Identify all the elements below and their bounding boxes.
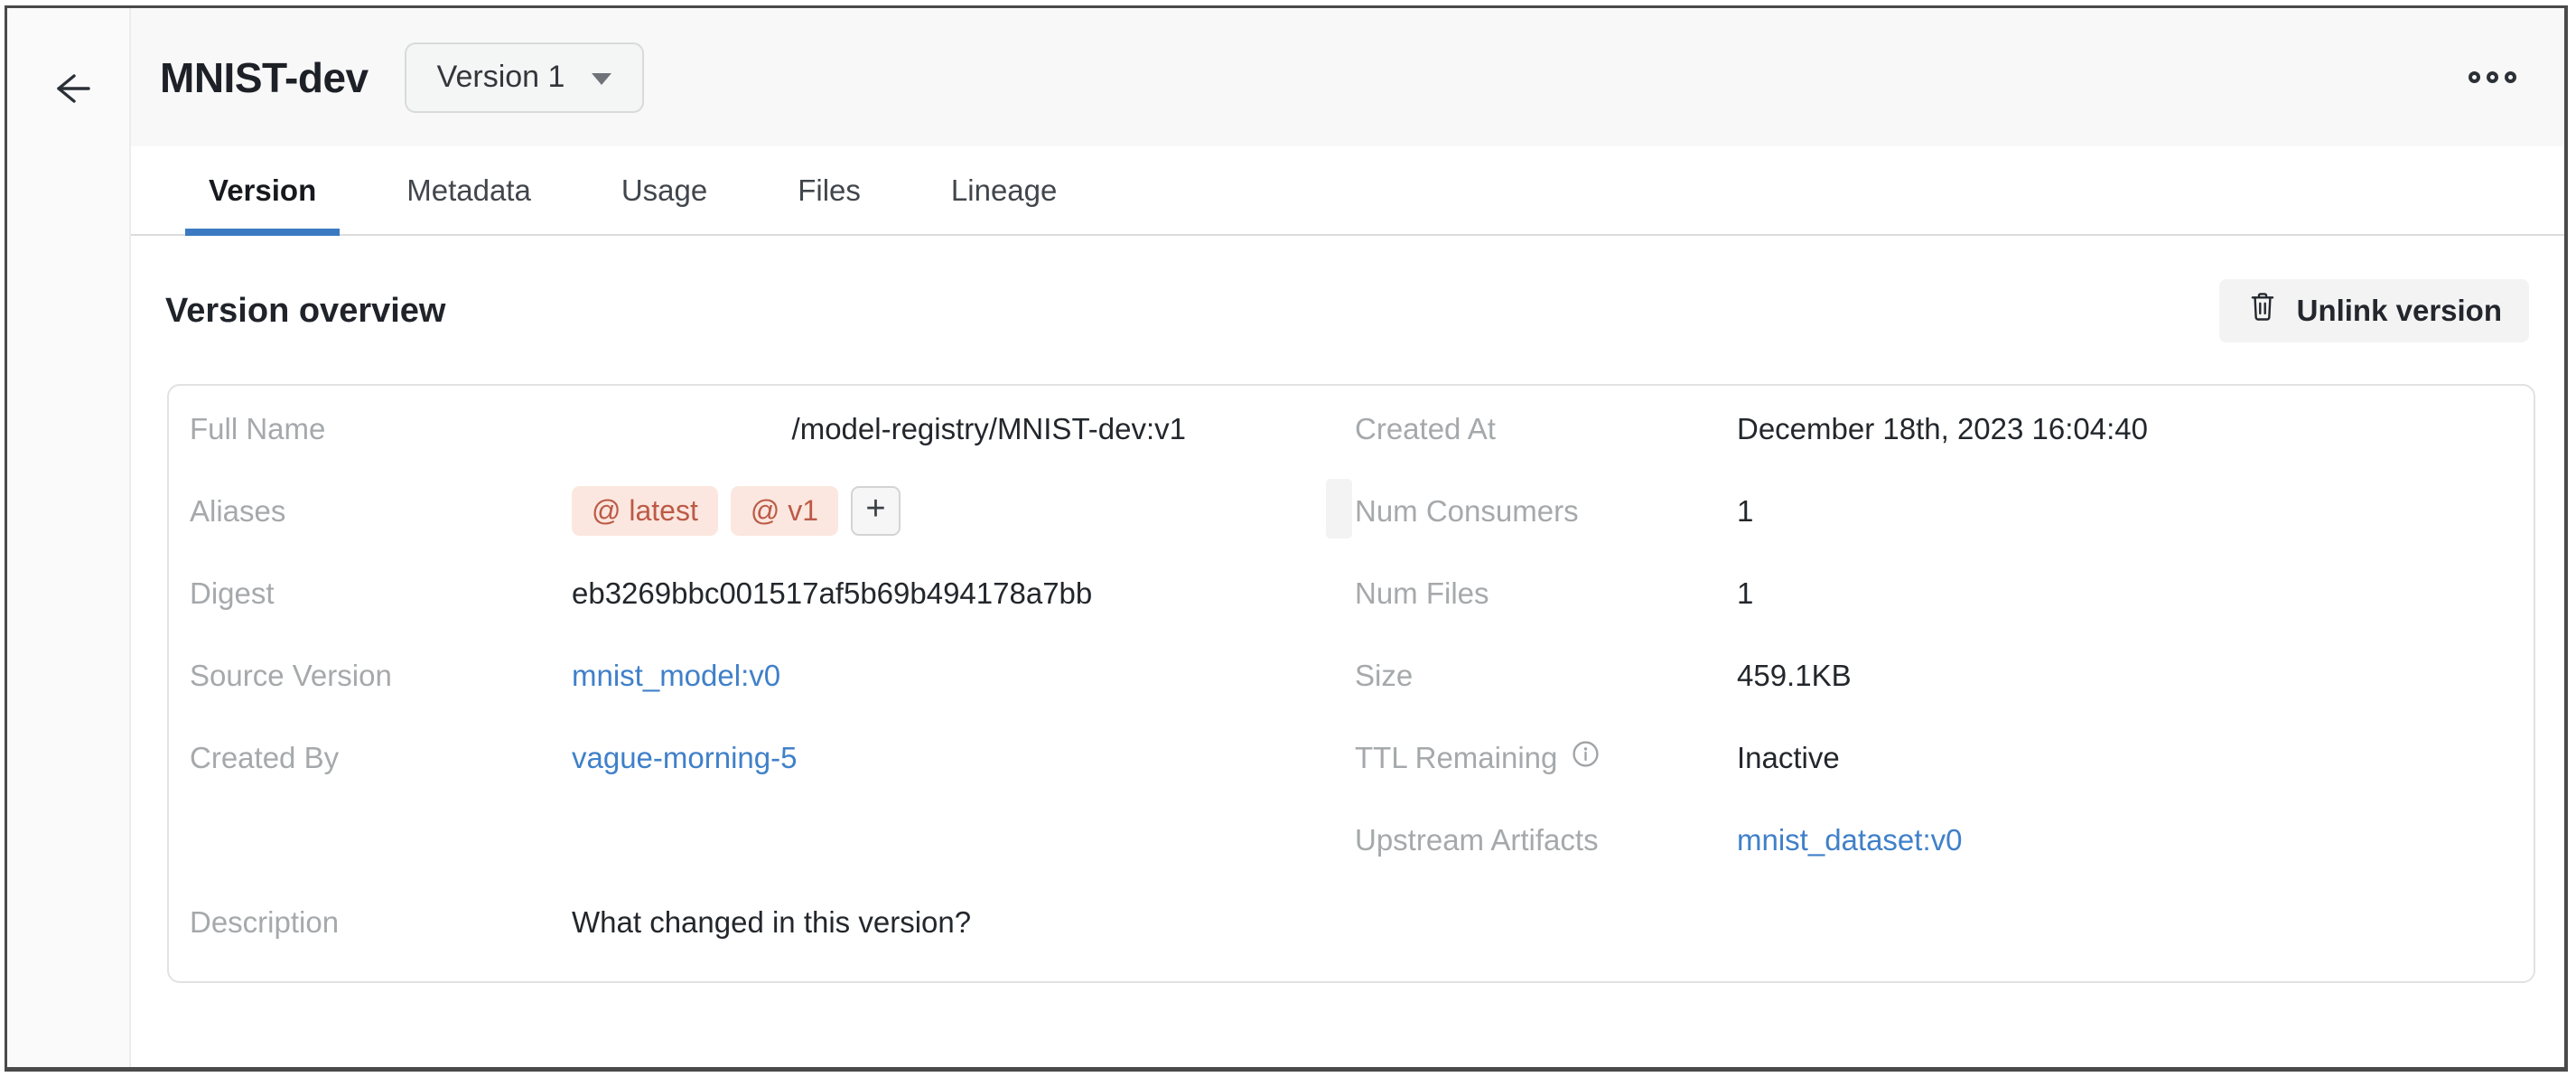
field-row-ttl-remaining: TTL Remaining Inactive (1355, 716, 2515, 799)
field-label: Num Consumers (1355, 494, 1579, 529)
field-label: Aliases (190, 494, 285, 529)
field-label: Digest (190, 576, 275, 611)
tab-usage[interactable]: Usage (598, 146, 731, 234)
info-icon[interactable] (1572, 740, 1600, 775)
page-title: MNIST-dev (160, 53, 369, 102)
artifact-header: MNIST-dev Version 1 (131, 8, 2564, 146)
field-row-created-by: Created By vague-morning-5 (190, 716, 1326, 799)
source-version-link[interactable]: mnist_model:v0 (572, 659, 780, 693)
created-by-link[interactable]: vague-morning-5 (572, 741, 797, 775)
tab-lineage[interactable]: Lineage (928, 146, 1080, 234)
dot-icon (2505, 71, 2516, 83)
description-input[interactable]: What changed in this version? (572, 905, 971, 940)
tab-files[interactable]: Files (774, 146, 884, 234)
field-label: Size (1355, 659, 1413, 693)
field-label: Source Version (190, 659, 392, 693)
field-row-num-files: Num Files 1 (1355, 552, 2515, 634)
add-alias-button[interactable]: + (851, 486, 901, 536)
overview-right-column: Created At December 18th, 2023 16:04:40 … (1355, 388, 2515, 881)
unlink-version-label: Unlink version (2297, 294, 2502, 328)
field-row-upstream-artifacts: Upstream Artifacts mnist_dataset:v0 (1355, 799, 2515, 881)
field-label: Upstream Artifacts (1355, 823, 1599, 857)
back-button[interactable] (40, 57, 105, 122)
arrow-left-icon (51, 68, 93, 112)
size-value: 459.1KB (1737, 659, 1852, 693)
dot-icon (2487, 71, 2498, 83)
alias-chip-latest[interactable]: @ latest (572, 486, 718, 536)
field-row-description: Description What changed in this version… (190, 881, 1326, 963)
num-files-value: 1 (1737, 576, 1753, 611)
section-header: Version overview Unlink version (165, 269, 2529, 352)
field-row-created-at: Created At December 18th, 2023 16:04:40 (1355, 388, 2515, 470)
version-dropdown-label: Version 1 (437, 60, 565, 95)
overview-left-column: Full Name /model-registry/MNIST-dev:v1 A… (190, 388, 1326, 963)
field-row-source-version: Source Version mnist_model:v0 (190, 634, 1326, 716)
digest-value: eb3269bbc001517af5b69b494178a7bb (572, 576, 1092, 611)
scrollbar-thumb[interactable] (1326, 479, 1352, 538)
field-row-digest: Digest eb3269bbc001517af5b69b494178a7bb (190, 552, 1326, 634)
alias-chip-list: @ latest @ v1 + (572, 486, 901, 536)
unlink-version-button[interactable]: Unlink version (2219, 279, 2529, 342)
field-label: Full Name (190, 412, 325, 446)
version-overview-card: Full Name /model-registry/MNIST-dev:v1 A… (167, 384, 2535, 983)
full-name-value: /model-registry/MNIST-dev:v1 (572, 412, 1186, 446)
field-row-size: Size 459.1KB (1355, 634, 2515, 716)
spacer-row (190, 799, 1326, 881)
app-window: MNIST-dev Version 1 Version Metadata Usa… (5, 5, 2568, 1072)
version-dropdown[interactable]: Version 1 (405, 42, 645, 113)
upstream-artifact-link[interactable]: mnist_dataset:v0 (1737, 823, 1962, 857)
field-label: TTL Remaining (1355, 741, 1557, 775)
section-title: Version overview (165, 292, 446, 331)
field-label: Description (190, 905, 339, 940)
field-row-full-name: Full Name /model-registry/MNIST-dev:v1 (190, 388, 1326, 470)
field-label: Created By (190, 741, 339, 775)
field-label: Num Files (1355, 576, 1489, 611)
dot-icon (2469, 71, 2480, 83)
main-panel: MNIST-dev Version 1 Version Metadata Usa… (131, 8, 2564, 1067)
tab-bar: Version Metadata Usage Files Lineage (131, 146, 2564, 236)
field-label: Created At (1355, 412, 1496, 446)
sidebar (7, 8, 131, 1067)
tab-metadata[interactable]: Metadata (383, 146, 555, 234)
overflow-menu-button[interactable] (2463, 66, 2522, 89)
field-row-num-consumers: Num Consumers 1 (1355, 470, 2515, 552)
trash-icon (2246, 291, 2279, 331)
field-row-aliases: Aliases @ latest @ v1 + (190, 470, 1326, 552)
tab-version[interactable]: Version (185, 146, 340, 234)
chevron-down-icon (592, 73, 611, 85)
created-at-value: December 18th, 2023 16:04:40 (1737, 412, 2148, 446)
alias-chip-v1[interactable]: @ v1 (731, 486, 838, 536)
num-consumers-value: 1 (1737, 494, 1753, 529)
ttl-remaining-value: Inactive (1737, 741, 1840, 775)
